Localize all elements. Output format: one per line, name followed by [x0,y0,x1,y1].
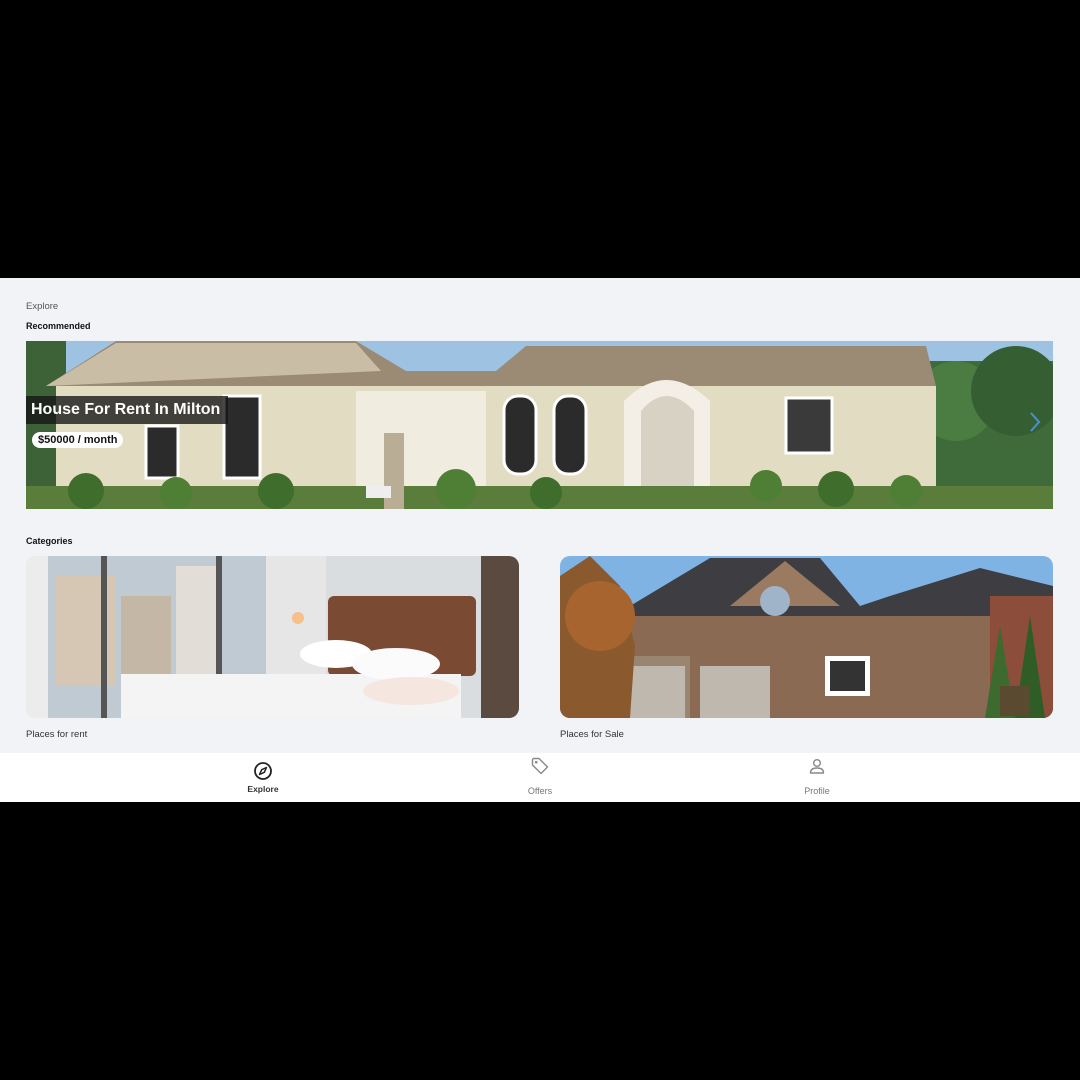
category-label-rent[interactable]: Places for rent [26,729,87,740]
tag-icon [531,757,549,775]
featured-listing-card[interactable]: House For Rent In Milton $50000 / month [26,341,1053,509]
nav-item-profile[interactable]: Profile [757,753,877,802]
app-screen: Explore Recommended House For Rent In Mi… [0,278,1080,802]
brick-house-photo [560,556,1053,718]
chevron-right-icon [1030,412,1041,432]
category-label-sale[interactable]: Places for Sale [560,729,624,740]
nav-label-profile: Profile [804,786,830,796]
nav-item-explore[interactable]: Explore [203,753,323,802]
page-title: Explore [26,301,59,312]
category-card-rent[interactable] [26,556,519,718]
carousel-next-button[interactable] [1029,411,1049,439]
featured-house-photo [26,341,1053,509]
bedroom-photo [26,556,519,718]
recommended-heading: Recommended [26,321,91,331]
categories-heading: Categories [26,536,73,546]
category-card-sale[interactable] [560,556,1053,718]
person-icon [809,759,825,774]
bottom-navigation: Explore Offers Profile [0,753,1080,802]
nav-label-offers: Offers [527,786,553,796]
featured-listing-price: $50000 / month [32,432,124,448]
featured-listing-title: House For Rent In Milton [26,396,229,424]
compass-icon [254,762,272,780]
nav-label-explore: Explore [247,784,279,794]
nav-item-offers[interactable]: Offers [480,753,600,802]
